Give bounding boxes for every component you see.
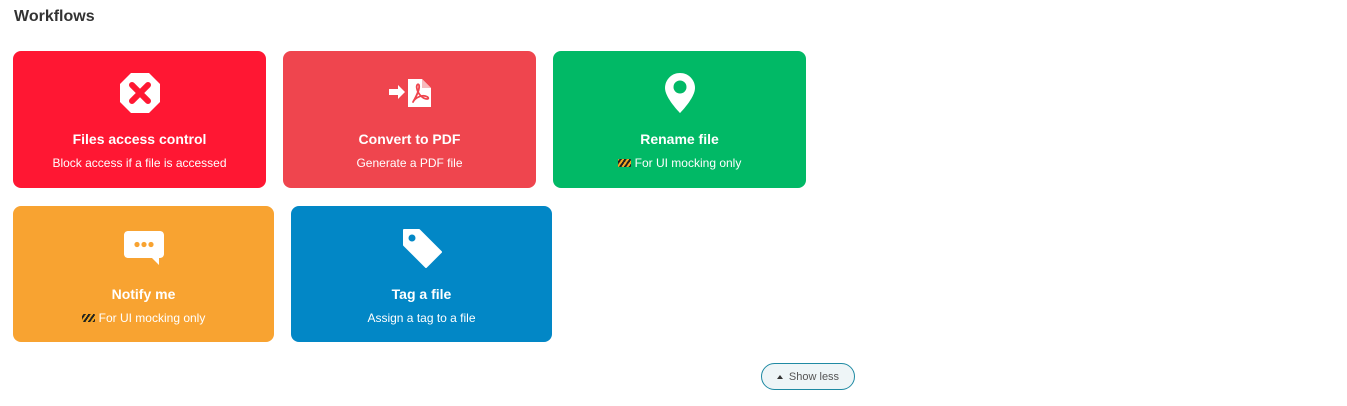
card-subtitle-text: For UI mocking only <box>634 156 742 170</box>
show-less-label: Show less <box>788 370 840 383</box>
construction-icon <box>81 314 95 322</box>
card-subtitle: For UI mocking only <box>13 311 274 325</box>
section-title: Workflows <box>14 8 95 25</box>
octagon-x-icon <box>116 71 164 115</box>
card-subtitle: Assign a tag to a file <box>291 311 552 325</box>
card-title: Convert to PDF <box>358 131 461 147</box>
workflow-card-rename-file[interactable]: Rename file For UI mocking only <box>553 51 806 188</box>
workflow-card-files-access-control[interactable]: Files access control Block access if a f… <box>13 51 266 188</box>
card-subtitle: Block access if a file is accessed <box>13 156 266 170</box>
workflow-card-notify-me[interactable]: Notify me For UI mocking only <box>13 206 274 342</box>
card-subtitle-text: Block access if a file is accessed <box>52 156 227 170</box>
construction-icon <box>617 159 631 167</box>
caret-up-icon <box>776 374 783 379</box>
convert-pdf-icon <box>386 71 434 115</box>
card-subtitle: Generate a PDF file <box>283 156 536 170</box>
map-pin-icon <box>656 71 704 115</box>
card-title: Rename file <box>640 131 719 147</box>
card-title: Tag a file <box>391 286 452 302</box>
card-title: Notify me <box>111 286 176 302</box>
show-less-button[interactable]: Show less <box>761 363 855 390</box>
tag-icon <box>398 226 446 270</box>
card-subtitle: For UI mocking only <box>553 156 806 170</box>
card-title: Files access control <box>72 131 207 147</box>
chat-bubble-icon <box>120 226 168 270</box>
workflow-card-tag-a-file[interactable]: Tag a file Assign a tag to a file <box>291 206 552 342</box>
workflow-card-convert-to-pdf[interactable]: Convert to PDF Generate a PDF file <box>283 51 536 188</box>
card-subtitle-text: Generate a PDF file <box>356 156 463 170</box>
card-subtitle-text: For UI mocking only <box>98 311 206 325</box>
card-subtitle-text: Assign a tag to a file <box>367 311 476 325</box>
